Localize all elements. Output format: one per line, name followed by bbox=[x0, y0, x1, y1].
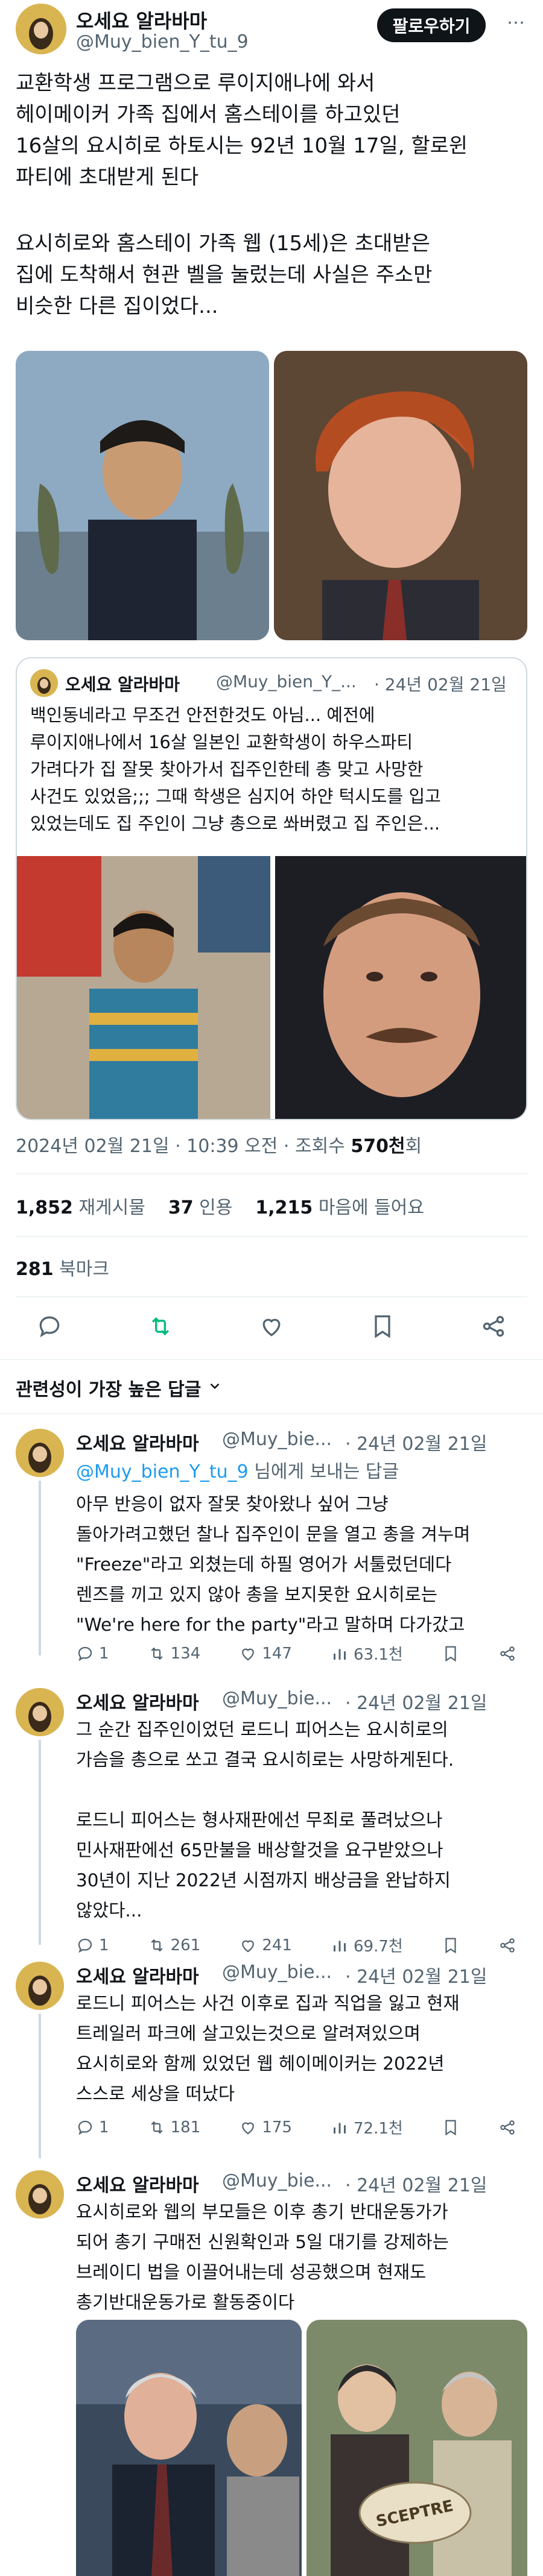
quotes-stat[interactable]: 37 인용 bbox=[168, 1192, 233, 1219]
reply-date: · 24년 02월 21일 bbox=[345, 1967, 487, 1988]
reply-retweet-button[interactable]: 261 bbox=[148, 1934, 200, 1956]
quoted-tweet-card[interactable]: 오세요 알라바마 @Muy_bien_Y_... · 24년 02월 21일 백… bbox=[16, 657, 527, 1120]
quote-text: 백인동네라고 무조건 안전한것도 아님... 예전에 루이지애나에서 16살 일… bbox=[30, 705, 441, 834]
reply-like-button[interactable]: 241 bbox=[239, 1934, 292, 1956]
retweet-icon[interactable] bbox=[147, 1313, 174, 1342]
reply-bookmark-icon[interactable] bbox=[442, 1642, 460, 1664]
reply-reply-button[interactable]: 1 bbox=[76, 1934, 109, 1956]
reply-text: 아무 반응이 없자 잘못 찾아왔나 싶어 그냥 돌아가려고했던 찰나 집주인이 … bbox=[76, 1494, 471, 1635]
reply-date: · 24년 02월 21일 bbox=[345, 1434, 487, 1455]
quote-author-avatar bbox=[30, 669, 58, 697]
bookmarks-stat[interactable]: 281 북마크 bbox=[16, 1254, 109, 1280]
thread-line bbox=[39, 1481, 41, 1655]
reply-avatar[interactable] bbox=[16, 1962, 64, 2010]
reply-actions: 1 261 241 69.7천 bbox=[76, 1934, 516, 1956]
reply-share-icon[interactable] bbox=[498, 1934, 516, 1956]
reply-avatar[interactable] bbox=[16, 1429, 64, 1477]
author-name[interactable]: 오세요 알라바마 bbox=[76, 6, 207, 34]
reply-views[interactable]: 72.1천 bbox=[331, 2116, 403, 2138]
tweet-photo-redhead-portrait[interactable] bbox=[274, 351, 527, 640]
reply-icon[interactable] bbox=[36, 1313, 63, 1342]
quote-author-name: 오세요 알라바마 bbox=[65, 675, 180, 694]
reply-like-button[interactable]: 147 bbox=[239, 1642, 292, 1664]
reply-bookmark-icon[interactable] bbox=[442, 1934, 460, 1956]
chevron-down-icon bbox=[207, 1378, 223, 1399]
reply-author-name[interactable]: 오세요 알라바마 bbox=[76, 1429, 199, 1455]
reply-author-name[interactable]: 오세요 알라바마 bbox=[76, 2170, 199, 2197]
reply-views[interactable]: 63.1천 bbox=[331, 1642, 403, 1664]
reply-author-handle[interactable]: @Muy_bie... bbox=[222, 1429, 332, 1450]
author-handle[interactable]: @Muy_bien_Y_tu_9 bbox=[76, 31, 249, 52]
reply-author-name[interactable]: 오세요 알라바마 bbox=[76, 1688, 199, 1715]
reply-like-button[interactable]: 175 bbox=[239, 2116, 292, 2138]
reply-views[interactable]: 69.7천 bbox=[331, 1934, 403, 1956]
reply-bookmark-icon[interactable] bbox=[442, 2116, 460, 2138]
reply-date: · 24년 02월 21일 bbox=[345, 1693, 487, 1714]
thread-line bbox=[39, 2014, 41, 2158]
retweets-stat[interactable]: 1,852 재게시물 bbox=[16, 1192, 145, 1219]
reply-to-line: @Muy_bien_Y_tu_9 님에게 보내는 답글 bbox=[76, 1461, 399, 1482]
tweet-photo-boy-with-fish[interactable] bbox=[16, 351, 269, 640]
reply-author-handle[interactable]: @Muy_bie... bbox=[222, 1962, 332, 1983]
reply-actions: 1 181 175 72.1천 bbox=[76, 2116, 516, 2138]
reply-photo-parents-football[interactable]: SCEPTRE bbox=[306, 2320, 527, 2576]
views-count: 570천 bbox=[351, 1136, 405, 1157]
reply-avatar[interactable] bbox=[16, 2170, 64, 2219]
quote-photo-mustache-man bbox=[275, 856, 526, 1119]
reply-author-handle[interactable]: @Muy_bie... bbox=[222, 2170, 332, 2191]
quote-date: · 24년 02월 21일 bbox=[374, 675, 507, 694]
divider bbox=[0, 1359, 543, 1360]
reply-avatar[interactable] bbox=[16, 1688, 64, 1736]
reply-author-handle[interactable]: @Muy_bie... bbox=[222, 1688, 332, 1709]
quote-author-handle: @Muy_bien_Y_... bbox=[216, 672, 357, 691]
reply-retweet-button[interactable]: 134 bbox=[148, 1642, 200, 1664]
tweet-timestamp[interactable]: 2024년 02월 21일 · 10:39 오전 · 조회수 570천회 bbox=[16, 1131, 422, 1157]
divider bbox=[0, 1413, 543, 1414]
reply-share-icon[interactable] bbox=[498, 1642, 516, 1664]
divider bbox=[16, 1236, 527, 1237]
reply-text: 로드니 피어스는 사건 이후로 집과 직업을 잃고 현재 트레일러 파크에 살고… bbox=[76, 1993, 460, 2104]
reply-share-icon[interactable] bbox=[498, 2116, 516, 2138]
reply-to-handle-link[interactable]: @Muy_bien_Y_tu_9 bbox=[76, 1461, 249, 1482]
reply-photo-clinton-signing[interactable] bbox=[76, 2320, 302, 2576]
reply-text: 요시히로와 웹의 부모들은 이후 총기 반대운동가가 되어 총기 구매전 신원확… bbox=[76, 2202, 449, 2313]
tweet-text-paragraph-2: 요시히로와 홈스테이 가족 웹 (15세)은 초대받은 집에 도착해서 현관 벨… bbox=[16, 231, 433, 318]
follow-button[interactable]: 팔로우하기 bbox=[377, 8, 486, 42]
reply-reply-button[interactable]: 1 bbox=[76, 2116, 109, 2138]
reply-text: 그 순간 집주인이었던 로드니 피어스는 요시히로의 가슴을 총으로 쏘고 결국… bbox=[76, 1719, 454, 1921]
reply-reply-button[interactable]: 1 bbox=[76, 1642, 109, 1664]
replies-sort-dropdown[interactable]: 관련성이 가장 높은 답글 bbox=[16, 1375, 223, 1401]
quote-photo-boy-street bbox=[17, 856, 270, 1119]
action-bar bbox=[36, 1309, 507, 1346]
likes-stat[interactable]: 1,215 마음에 들어요 bbox=[255, 1192, 424, 1219]
engagement-stats: 1,852 재게시물 37 인용 1,215 마음에 들어요 bbox=[16, 1192, 424, 1219]
bookmark-icon[interactable] bbox=[369, 1313, 396, 1342]
reply-retweet-button[interactable]: 181 bbox=[148, 2116, 200, 2138]
reply-author-name[interactable]: 오세요 알라바마 bbox=[76, 1962, 199, 1988]
reply-actions: 1 134 147 63.1천 bbox=[76, 1642, 516, 1664]
like-icon[interactable] bbox=[258, 1313, 285, 1342]
tweet-text-paragraph-1: 교환학생 프로그램으로 루이지애나에 와서 헤이메이커 가족 집에서 홈스테이를… bbox=[16, 71, 468, 189]
author-avatar[interactable] bbox=[16, 4, 66, 54]
share-icon[interactable] bbox=[480, 1313, 507, 1342]
thread-line bbox=[39, 1740, 41, 1945]
divider bbox=[16, 1296, 527, 1297]
more-options-icon[interactable]: ⋯ bbox=[504, 12, 528, 36]
reply-date: · 24년 02월 21일 bbox=[345, 2175, 487, 2196]
divider bbox=[16, 1173, 527, 1174]
